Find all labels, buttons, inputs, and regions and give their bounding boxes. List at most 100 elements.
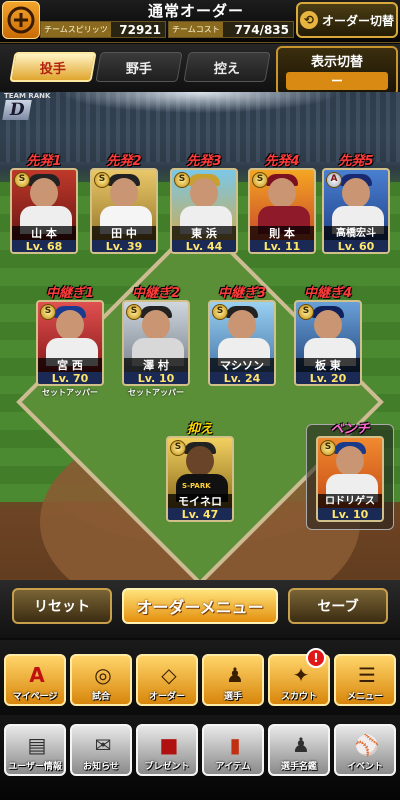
order-menu-button[interactable]: オーダーメニュー (122, 588, 278, 624)
player-card[interactable]: A 高橋宏斗 Lv. 60 (322, 168, 390, 254)
display-toggle-button[interactable]: 表示切替 ー (276, 46, 398, 96)
player-photo (186, 446, 214, 476)
role-label: セットアッパー (42, 388, 98, 397)
nav-label: メニュー (346, 692, 383, 702)
display-toggle-value: ー (286, 72, 388, 90)
starter-slot-1[interactable]: 先発1 S 山 本 Lv. 68 (10, 150, 78, 254)
role-label: セットアッパー (128, 388, 184, 397)
slot-label: 中継ぎ4 (303, 286, 353, 301)
slot-label: 中継ぎ3 (217, 286, 267, 301)
player-name: 澤 村 (124, 358, 188, 373)
player-card[interactable]: S S-PARK モイネロ Lv. 47 (166, 436, 234, 522)
nav-order[interactable]: ◇ オーダー (136, 654, 198, 706)
nav-user-info[interactable]: ▤ ユーザー情報 (4, 724, 66, 776)
slot-label: ベンチ (330, 422, 370, 437)
tab-pitcher-label: 投手 (39, 61, 66, 77)
player-name: 田 中 (92, 226, 156, 241)
player-photo (30, 178, 58, 208)
team-rank: TEAM RANK D (2, 92, 54, 122)
rank-badge: S (298, 304, 314, 320)
nav-mypage[interactable]: A マイページ (4, 654, 66, 706)
team-rank-value: D (2, 100, 32, 120)
team-cost-stat: チームコスト 774/835 (168, 21, 294, 38)
bench-slot[interactable]: ベンチ S ロドリゲス Lv. 10 (316, 418, 384, 522)
display-toggle-label: 表示切替 (310, 55, 363, 70)
player-card[interactable]: S 山 本 Lv. 68 (10, 168, 78, 254)
player-level: Lv. 68 (12, 240, 76, 252)
item-icon: ▮ (229, 733, 241, 757)
player-level: Lv. 20 (296, 372, 360, 384)
nav-notice[interactable]: ✉ お知らせ (70, 724, 132, 776)
starter-slot-4[interactable]: 先発4 S 則 本 Lv. 11 (248, 150, 316, 254)
player-level: Lv. 39 (92, 240, 156, 252)
player-photo (56, 310, 84, 340)
team-logo-icon (2, 1, 40, 39)
team-spirits-stat: チームスピリッツ 72921 (40, 21, 166, 38)
player-card[interactable]: S マシソン Lv. 24 (208, 300, 276, 386)
tab-fielder[interactable]: 野手 (95, 52, 183, 82)
nav-label: スカウト (280, 692, 317, 702)
nav-label: 選手名鑑 (280, 762, 317, 772)
player-name: 山 本 (12, 226, 76, 241)
nav-game[interactable]: ◎ 試合 (70, 654, 132, 706)
player-card[interactable]: S ロドリゲス Lv. 10 (316, 436, 384, 522)
player-level: Lv. 47 (168, 508, 232, 520)
reliever-slot-1[interactable]: 中継ぎ1 S 宮 西 Lv. 70 セットアッパー (36, 282, 104, 398)
slot-label: 抑え (186, 422, 213, 437)
nav-label: 選手 (223, 692, 242, 702)
nav-label: オーダー (148, 692, 185, 702)
reset-button[interactable]: リセット (12, 588, 112, 624)
nav-player-book[interactable]: ♟ 選手名鑑 (268, 724, 330, 776)
save-button[interactable]: セーブ (288, 588, 388, 624)
player-card[interactable]: S 澤 村 Lv. 10 (122, 300, 190, 386)
stadium-icon: ◎ (94, 663, 112, 687)
nav-menu[interactable]: ☰ メニュー (334, 654, 396, 706)
player-book-icon: ♟ (292, 733, 310, 757)
reset-label: リセット (34, 599, 90, 615)
tab-reserve[interactable]: 控え (183, 52, 271, 82)
nav-label: ユーザー情報 (8, 762, 62, 772)
rank-badge: S (126, 304, 142, 320)
order-menu-label: オーダーメニュー (136, 598, 264, 617)
nav-label: プレゼント (144, 762, 190, 772)
jersey-text: S-PARK (182, 482, 211, 490)
reliever-slot-3[interactable]: 中継ぎ3 S マシソン Lv. 24 (208, 282, 276, 387)
starter-slot-3[interactable]: 先発3 S 東 浜 Lv. 44 (170, 150, 238, 254)
team-spirits-value: 72921 (119, 22, 161, 37)
rank-badge: S (252, 172, 268, 188)
slot-label: 中継ぎ1 (45, 286, 95, 301)
nav-player[interactable]: ♟ 選手 (202, 654, 264, 706)
reliever-slot-4[interactable]: 中継ぎ4 S 板 東 Lv. 20 (294, 282, 362, 387)
reliever-slot-2[interactable]: 中継ぎ2 S 澤 村 Lv. 10 セットアッパー (122, 282, 190, 398)
event-icon: ⚾ (354, 733, 380, 757)
player-level: Lv. 60 (324, 240, 388, 252)
player-name: 宮 西 (38, 358, 102, 373)
player-card[interactable]: S 田 中 Lv. 39 (90, 168, 158, 254)
player-level: Lv. 10 (318, 508, 382, 520)
rank-badge: A (326, 172, 342, 188)
player-card[interactable]: S 則 本 Lv. 11 (248, 168, 316, 254)
player-name: マシソン (210, 358, 274, 373)
player-card[interactable]: S 板 東 Lv. 20 (294, 300, 362, 386)
player-card[interactable]: S 東 浜 Lv. 44 (170, 168, 238, 254)
player-name: 板 東 (296, 358, 360, 373)
slot-label: 中継ぎ2 (131, 286, 181, 301)
nav-event[interactable]: ⚾ イベント (334, 724, 396, 776)
nav-label: お知らせ (83, 762, 119, 772)
rank-badge: S (320, 440, 336, 456)
starter-slot-5[interactable]: 先発5 A 高橋宏斗 Lv. 60 (322, 150, 390, 254)
tab-pitcher[interactable]: 投手 (9, 52, 97, 82)
player-level: Lv. 11 (250, 240, 314, 252)
player-photo (336, 446, 364, 476)
starter-slot-2[interactable]: 先発2 S 田 中 Lv. 39 (90, 150, 158, 254)
player-photo (110, 178, 138, 208)
player-card[interactable]: S 宮 西 Lv. 70 (36, 300, 104, 386)
team-rank-label: TEAM RANK (4, 92, 51, 100)
switch-order-button[interactable]: ⟲ オーダー切替 (296, 2, 398, 38)
closer-slot[interactable]: 抑え S S-PARK モイネロ Lv. 47 (166, 418, 234, 522)
rank-badge: S (94, 172, 110, 188)
nav-present[interactable]: ■ プレゼント (136, 724, 198, 776)
team-cost-label: チームコスト (169, 22, 223, 37)
nav-item[interactable]: ▮ アイテム (202, 724, 264, 776)
slot-label: 先発4 (264, 154, 300, 169)
